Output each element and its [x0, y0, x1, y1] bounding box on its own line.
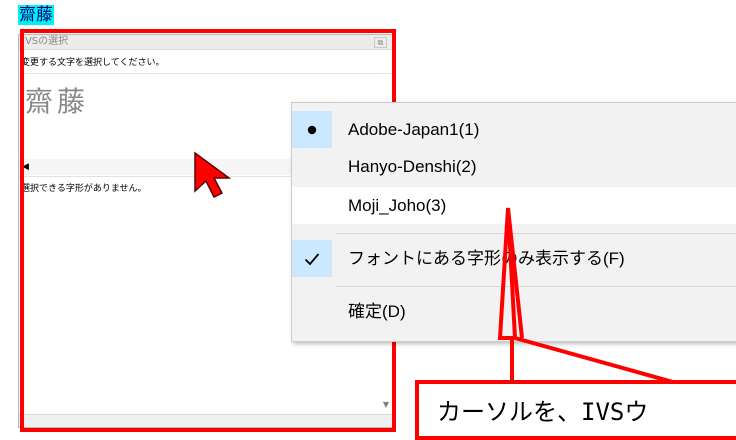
ivs-context-menu: Adobe-Japan1(1) Hanyo-Denshi(2) Moji_Joh…	[291, 102, 736, 342]
bullet-icon	[292, 111, 332, 148]
menu-separator	[336, 286, 736, 287]
menu-item-label: 確定(D)	[348, 302, 406, 321]
menu-item-moji-joho[interactable]: Moji_Joho(3)	[292, 187, 736, 224]
checkmark-icon	[292, 240, 332, 277]
callout-text: カーソルを、IVSウ	[437, 398, 649, 426]
menu-item-label: フォントにある字形のみ表示する(F)	[348, 249, 625, 268]
mouse-cursor-icon	[194, 151, 232, 199]
callout-box: カーソルを、IVSウ	[415, 380, 736, 440]
menu-item-label: Moji_Joho(3)	[348, 196, 447, 215]
menu-item-adobe-japan1[interactable]: Adobe-Japan1(1)	[292, 111, 736, 148]
menu-item-hanyo-denshi[interactable]: Hanyo-Denshi(2)	[292, 148, 736, 185]
menu-item-label: Adobe-Japan1(1)	[348, 120, 480, 139]
menu-item-font-glyphs-only[interactable]: フォントにある字形のみ表示する(F)	[292, 240, 736, 277]
selected-document-text[interactable]: 齋藤	[18, 5, 54, 25]
menu-item-confirm[interactable]: 確定(D)	[292, 293, 736, 330]
menu-separator	[336, 233, 736, 234]
menu-item-label: Hanyo-Denshi(2)	[348, 157, 477, 176]
